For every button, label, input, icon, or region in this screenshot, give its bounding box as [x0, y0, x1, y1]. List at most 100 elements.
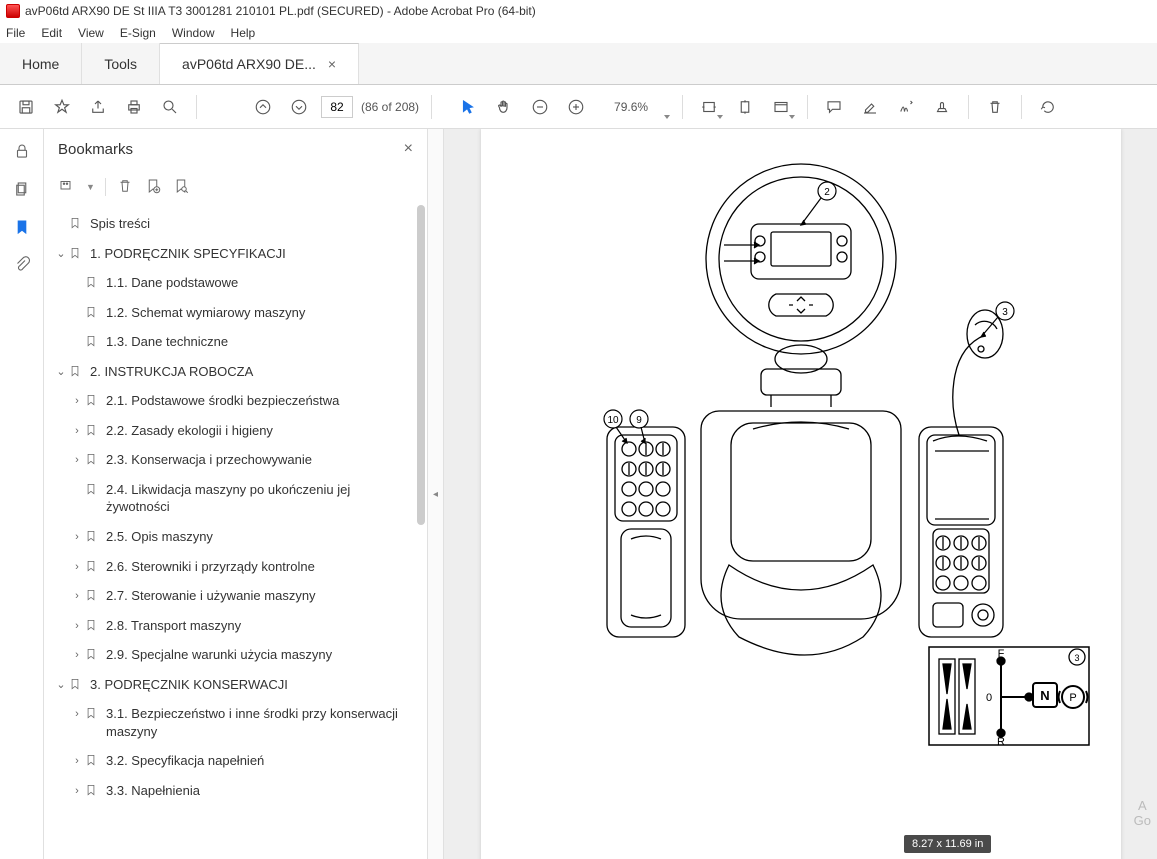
chevron-icon[interactable]: ⌄ — [54, 365, 68, 380]
menu-edit[interactable]: Edit — [41, 26, 62, 40]
chevron-icon[interactable]: › — [70, 648, 84, 663]
page-down-button[interactable] — [283, 91, 315, 123]
menu-help[interactable]: Help — [231, 26, 256, 40]
fit-page-button[interactable] — [729, 91, 761, 123]
bookmark-item[interactable]: Spis treści — [44, 209, 421, 239]
bookmark-item[interactable]: ›2.7. Sterowanie i używanie maszyny — [44, 581, 421, 611]
zoom-dropdown[interactable] — [654, 91, 672, 123]
close-panel-icon[interactable]: × — [404, 140, 413, 158]
bookmarks-tools: ▼ — [44, 169, 427, 205]
bookmark-item[interactable]: ⌄1. PODRĘCZNIK SPECYFIKACJI — [44, 239, 421, 269]
bookmark-ribbon-icon — [84, 783, 100, 799]
bookmark-item[interactable]: ›2.2. Zasady ekologii i higieny — [44, 416, 421, 446]
chevron-icon[interactable]: › — [70, 784, 84, 799]
read-mode-button[interactable] — [765, 91, 797, 123]
bookmark-ribbon-icon — [84, 706, 100, 722]
delete-button[interactable] — [979, 91, 1011, 123]
tab-tools[interactable]: Tools — [82, 43, 160, 84]
bookmark-item[interactable]: ›2.3. Konserwacja i przechowywanie — [44, 445, 421, 475]
save-button[interactable] — [10, 91, 42, 123]
bookmark-item[interactable]: ⌄ 2. INSTRUKCJA ROBOCZA — [44, 357, 421, 387]
chevron-icon[interactable]: › — [70, 560, 84, 575]
zoom-out-button[interactable] — [524, 91, 556, 123]
bookmark-ribbon-icon — [84, 305, 100, 321]
options-icon[interactable] — [58, 177, 76, 198]
scrollbar-track[interactable] — [415, 205, 427, 859]
tab-document[interactable]: avP06td ARX90 DE... × — [160, 43, 359, 84]
document-area[interactable]: 2 3 10 9 3 — [444, 129, 1157, 859]
svg-text:2: 2 — [824, 187, 830, 198]
chevron-icon[interactable]: ⌄ — [54, 247, 68, 262]
menu-esign[interactable]: E-Sign — [120, 26, 156, 40]
page-number-input[interactable] — [321, 96, 353, 118]
bookmarks-list[interactable]: Spis treści⌄1. PODRĘCZNIK SPECYFIKACJI1.… — [44, 205, 427, 859]
bookmark-item[interactable]: › 3.1. Bezpieczeństwo i inne środki przy … — [44, 699, 421, 746]
panel-collapse-handle[interactable] — [428, 129, 444, 859]
bookmark-label: 2. INSTRUKCJA ROBOCZA — [90, 363, 253, 381]
fit-width-button[interactable] — [693, 91, 725, 123]
bookmark-item[interactable]: ›3.3. Napełnienia — [44, 776, 421, 806]
bookmark-label: 1.3. Dane techniczne — [106, 333, 228, 351]
chevron-icon[interactable]: › — [70, 394, 84, 409]
bookmark-label: 3.2. Specyfikacja napełnień — [106, 752, 264, 770]
share-button[interactable] — [82, 91, 114, 123]
bookmark-label: 1.2. Schemat wymiarowy maszyny — [106, 304, 305, 322]
hand-tool[interactable] — [488, 91, 520, 123]
chevron-icon[interactable]: › — [70, 424, 84, 439]
bookmark-item[interactable]: ›2.1. Podstawowe środki bezpieczeństwa — [44, 386, 421, 416]
new-bookmark-icon[interactable] — [144, 177, 162, 198]
bookmark-ribbon-icon — [68, 364, 84, 380]
svg-text:3: 3 — [1002, 307, 1008, 318]
bookmark-item[interactable]: ⌄ 3. PODRĘCZNIK KONSERWACJI — [44, 670, 421, 700]
page-up-button[interactable] — [247, 91, 279, 123]
zoom-in-button[interactable] — [560, 91, 592, 123]
menu-file[interactable]: File — [6, 26, 25, 40]
comment-button[interactable] — [818, 91, 850, 123]
bookmark-ribbon-icon — [68, 246, 84, 262]
star-button[interactable] — [46, 91, 78, 123]
chevron-icon[interactable]: › — [70, 754, 84, 769]
bookmark-item[interactable]: ›2.6. Sterowniki i przyrządy kontrolne — [44, 552, 421, 582]
svg-text:0: 0 — [985, 692, 991, 704]
tab-home[interactable]: Home — [0, 43, 82, 84]
bookmark-item[interactable]: ›2.5. Opis maszyny — [44, 522, 421, 552]
pdf-file-icon — [6, 4, 20, 18]
pages-icon[interactable] — [12, 179, 32, 199]
find-bookmark-icon[interactable] — [172, 177, 190, 198]
bookmarks-icon[interactable] — [12, 217, 32, 237]
bookmark-item[interactable]: › 3.2. Specyfikacja napełnień — [44, 746, 421, 776]
stamp-button[interactable] — [926, 91, 958, 123]
sign-button[interactable] — [890, 91, 922, 123]
highlight-button[interactable] — [854, 91, 886, 123]
bookmark-ribbon-icon — [84, 588, 100, 604]
lock-icon[interactable] — [12, 141, 32, 161]
attachments-icon[interactable] — [12, 255, 32, 275]
find-button[interactable] — [154, 91, 186, 123]
bookmark-item[interactable]: 1.2. Schemat wymiarowy maszyny — [44, 298, 421, 328]
refresh-button[interactable] — [1032, 91, 1064, 123]
bookmark-label: 3.1. Bezpieczeństwo i inne środki przy k… — [106, 705, 417, 740]
scrollbar-thumb[interactable] — [417, 205, 425, 525]
menu-window[interactable]: Window — [172, 26, 215, 40]
print-button[interactable] — [118, 91, 150, 123]
bookmark-label: 3. PODRĘCZNIK KONSERWACJI — [90, 676, 288, 694]
chevron-icon[interactable]: › — [70, 619, 84, 634]
select-tool[interactable] — [452, 91, 484, 123]
menu-view[interactable]: View — [78, 26, 104, 40]
bookmark-item[interactable]: ›2.8. Transport maszyny — [44, 611, 421, 641]
main-area: Bookmarks × ▼ Spis treści⌄1. PODRĘCZNIK … — [0, 129, 1157, 859]
chevron-icon[interactable]: › — [70, 530, 84, 545]
chevron-icon[interactable]: ⌄ — [54, 678, 68, 693]
chevron-icon[interactable]: › — [70, 707, 84, 722]
delete-bookmark-icon[interactable] — [116, 177, 134, 198]
bookmark-item[interactable]: 1.1. Dane podstawowe — [44, 268, 421, 298]
bookmark-ribbon-icon — [84, 482, 100, 498]
chevron-icon[interactable]: › — [70, 453, 84, 468]
bookmark-item[interactable]: ›2.9. Specjalne warunki użycia maszyny — [44, 640, 421, 670]
bookmark-ribbon-icon — [84, 559, 100, 575]
bookmark-item[interactable]: 2.4. Likwidacja maszyny po ukończeniu je… — [44, 475, 421, 522]
tab-close-icon[interactable]: × — [328, 56, 336, 72]
bookmark-item[interactable]: 1.3. Dane techniczne — [44, 327, 421, 357]
bookmark-ribbon-icon — [84, 529, 100, 545]
chevron-icon[interactable]: › — [70, 589, 84, 604]
